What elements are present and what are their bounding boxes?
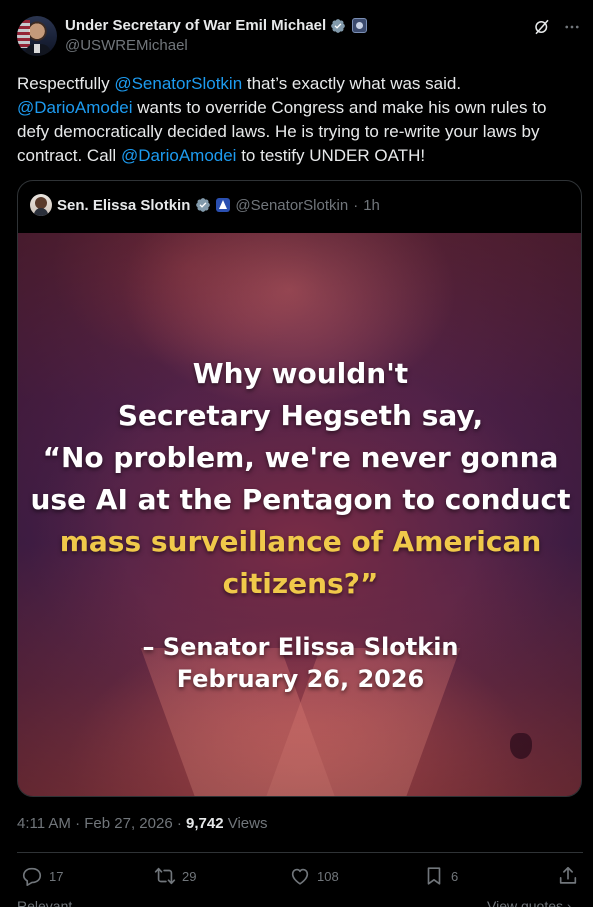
tweet-time[interactable]: 4:11 AM bbox=[17, 815, 71, 832]
like-button[interactable]: 108 bbox=[289, 865, 339, 887]
quoted-author-handle: @SenatorSlotkin bbox=[235, 196, 349, 214]
tweet-header: Under Secretary of War Emil Michael @USW… bbox=[17, 16, 581, 58]
quoted-image[interactable]: Why wouldn't Secretary Hegseth say, “No … bbox=[18, 233, 581, 796]
author-handle[interactable]: @USWREMichael bbox=[65, 37, 188, 54]
image-quote-line: Why wouldn't bbox=[192, 357, 409, 390]
affiliation-icon[interactable] bbox=[352, 18, 368, 33]
image-quote-line: Secretary Hegseth say, bbox=[117, 399, 484, 432]
author-avatar[interactable] bbox=[17, 16, 57, 56]
author-display-name[interactable]: Under Secretary of War Emil Michael bbox=[65, 17, 326, 34]
tweet-page: Under Secretary of War Emil Michael @USW… bbox=[0, 0, 593, 907]
sort-relevant-button[interactable]: Relevant bbox=[17, 898, 72, 907]
image-attribution-name: – Senator Elissa Slotkin bbox=[142, 633, 459, 661]
action-bar: 17 29 108 6 bbox=[17, 865, 583, 889]
mention-link[interactable]: @DarioAmodei bbox=[17, 98, 133, 117]
repost-button[interactable]: 29 bbox=[154, 865, 196, 887]
bookmark-count: 6 bbox=[451, 868, 459, 884]
quoted-tweet-header: Sen. Elissa Slotkin @SenatorSlotkin · 1h bbox=[30, 194, 380, 216]
like-count: 108 bbox=[317, 868, 339, 884]
mention-link[interactable]: @DarioAmodei bbox=[121, 146, 237, 165]
divider bbox=[17, 852, 583, 853]
reply-button[interactable]: 17 bbox=[21, 865, 63, 887]
repost-icon bbox=[154, 867, 176, 885]
verified-badge-icon bbox=[331, 18, 346, 33]
quoted-author-name: Sen. Elissa Slotkin bbox=[57, 196, 191, 214]
like-icon bbox=[291, 868, 309, 885]
quoted-time: 1h bbox=[363, 196, 380, 214]
reply-count: 17 bbox=[49, 868, 64, 884]
more-icon[interactable] bbox=[563, 18, 581, 36]
image-quote-text: Why wouldn't Secretary Hegseth say, “No … bbox=[18, 353, 581, 605]
tweet-text-segment: Respectfully bbox=[17, 74, 115, 93]
mention-link[interactable]: @SenatorSlotkin bbox=[114, 74, 242, 93]
reply-icon bbox=[22, 867, 42, 886]
image-attribution: – Senator Elissa Slotkin February 26, 20… bbox=[18, 631, 581, 695]
views-count: 9,742 bbox=[186, 815, 224, 832]
tweet-text: Respectfully @SenatorSlotkin that’s exac… bbox=[17, 72, 577, 168]
tweet-meta: 4:11 AM · Feb 27, 2026 · 9,742 Views bbox=[17, 815, 268, 832]
tweet-date[interactable]: Feb 27, 2026 bbox=[84, 815, 172, 832]
image-quote-line: use AI at the Pentagon to conduct bbox=[30, 483, 571, 516]
tweet-text-segment: to testify UNDER OATH! bbox=[236, 146, 426, 165]
image-quote-highlight: mass surveillance of American bbox=[59, 525, 542, 558]
verified-badge-icon bbox=[196, 198, 211, 212]
view-quotes-link[interactable]: View quotes › bbox=[487, 898, 572, 907]
meta-separator: · bbox=[353, 196, 359, 214]
tweet-text-segment: that’s exactly what was said. bbox=[242, 74, 462, 93]
bookmark-icon bbox=[427, 867, 441, 885]
share-icon bbox=[559, 866, 577, 884]
quoted-author-avatar bbox=[30, 194, 52, 216]
bookmark-button[interactable]: 6 bbox=[423, 865, 458, 887]
repost-count: 29 bbox=[182, 868, 197, 884]
header-actions bbox=[533, 18, 581, 36]
author-name-row: Under Secretary of War Emil Michael bbox=[65, 17, 368, 34]
share-button[interactable] bbox=[557, 865, 579, 887]
image-quote-line: “No problem, we're never gonna bbox=[42, 441, 559, 474]
quoted-tweet-card[interactable]: Sen. Elissa Slotkin @SenatorSlotkin · 1h… bbox=[17, 180, 582, 797]
image-attribution-date: February 26, 2026 bbox=[176, 665, 425, 693]
views-label: Views bbox=[223, 815, 268, 832]
flag-decoration bbox=[17, 20, 30, 48]
grok-icon[interactable] bbox=[533, 18, 551, 36]
image-quote-highlight: citizens?” bbox=[222, 567, 379, 600]
affiliation-icon bbox=[216, 198, 231, 212]
